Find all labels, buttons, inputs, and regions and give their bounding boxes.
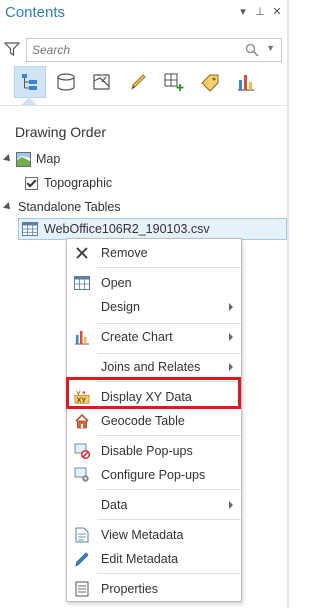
search-box[interactable]: ▼ xyxy=(26,38,282,62)
topographic-layer-row[interactable]: Topographic xyxy=(25,173,112,193)
list-by-charts-icon xyxy=(238,75,254,91)
submenu-arrow-icon xyxy=(229,363,233,371)
properties-icon xyxy=(74,581,90,597)
list-by-editing-button[interactable] xyxy=(122,66,154,98)
search-input[interactable] xyxy=(27,39,237,61)
menu-item-properties-label: Properties xyxy=(101,582,158,596)
pane-options-icon[interactable]: ▾ xyxy=(236,5,250,19)
submenu-arrow-icon xyxy=(229,303,233,311)
menu-item-design[interactable]: Design xyxy=(67,295,241,319)
menu-item-open[interactable]: Open xyxy=(67,271,241,295)
list-by-labeling-icon xyxy=(201,74,219,92)
search-icon[interactable] xyxy=(245,43,259,57)
list-by-data-source-icon xyxy=(57,73,75,91)
menu-item-create-chart[interactable]: Create Chart xyxy=(67,325,241,349)
submenu-arrow-icon xyxy=(229,501,233,509)
menu-separator xyxy=(97,353,241,354)
list-by-drawing-order-button[interactable] xyxy=(14,66,46,98)
drawing-order-heading: Drawing Order xyxy=(15,124,107,140)
menu-item-view-metadata[interactable]: View Metadata xyxy=(67,523,241,547)
menu-item-remove-label: Remove xyxy=(101,246,148,260)
menu-separator xyxy=(97,435,241,436)
configure-popups-icon xyxy=(74,467,90,483)
list-by-selection-button[interactable] xyxy=(86,66,118,98)
open-table-icon xyxy=(74,275,90,291)
menu-item-remove[interactable]: Remove xyxy=(67,241,241,265)
topographic-label: Topographic xyxy=(44,176,113,190)
standalone-tables-label: Standalone Tables xyxy=(18,200,121,214)
edit-metadata-icon xyxy=(74,551,90,567)
menu-item-joins-and-relates[interactable]: Joins and Relates xyxy=(67,355,241,379)
filter-icon[interactable] xyxy=(4,41,20,57)
table-row-selected[interactable]: WebOffice106R2_190103.csv xyxy=(18,218,287,240)
toolbar-divider xyxy=(0,105,289,106)
search-options-icon[interactable]: ▼ xyxy=(266,43,275,53)
collapse-standalone-icon[interactable] xyxy=(3,202,13,212)
menu-item-design-label: Design xyxy=(101,300,140,314)
menu-item-properties[interactable]: Properties xyxy=(67,577,241,601)
menu-item-create-chart-label: Create Chart xyxy=(101,330,173,344)
menu-item-edit-metadata-label: Edit Metadata xyxy=(101,552,179,566)
list-by-data-source-button[interactable] xyxy=(50,66,82,98)
table-icon xyxy=(22,222,38,236)
list-by-snapping-icon xyxy=(164,73,184,91)
list-by-editing-icon xyxy=(131,74,146,90)
menu-item-open-label: Open xyxy=(101,276,132,290)
list-by-drawing-order-icon xyxy=(22,74,37,90)
list-by-selection-icon xyxy=(93,74,110,90)
view-metadata-icon xyxy=(74,527,90,543)
menu-separator xyxy=(97,489,241,490)
check-icon xyxy=(26,177,37,187)
menu-item-configure-popups[interactable]: Configure Pop-ups xyxy=(67,463,241,487)
list-by-snapping-button[interactable] xyxy=(158,66,190,98)
pin-icon[interactable]: ⊥ xyxy=(253,5,267,19)
geocode-table-icon xyxy=(74,413,90,429)
menu-item-disable-popups-label: Disable Pop-ups xyxy=(101,444,193,458)
menu-item-disable-popups[interactable]: Disable Pop-ups xyxy=(67,439,241,463)
menu-item-geocode-table[interactable]: Geocode Table xyxy=(67,409,241,433)
menu-item-view-metadata-label: View Metadata xyxy=(101,528,184,542)
active-view-indicator xyxy=(21,97,37,105)
close-icon[interactable]: ✕ xyxy=(270,5,284,19)
menu-item-edit-metadata[interactable]: Edit Metadata xyxy=(67,547,241,571)
menu-item-geocode-label: Geocode Table xyxy=(101,414,185,428)
contents-toolbar xyxy=(12,66,272,98)
menu-separator xyxy=(97,519,241,520)
menu-item-joins-label: Joins and Relates xyxy=(101,360,201,374)
map-icon xyxy=(16,151,31,167)
topographic-visibility-checkbox[interactable] xyxy=(25,176,38,190)
list-by-charts-button[interactable] xyxy=(230,66,262,98)
remove-icon xyxy=(74,245,90,261)
chart-icon xyxy=(74,329,90,345)
menu-item-data-label: Data xyxy=(101,498,128,512)
map-label: Map xyxy=(36,152,61,166)
submenu-arrow-icon xyxy=(229,333,233,341)
collapse-map-icon[interactable] xyxy=(3,154,13,164)
menu-separator xyxy=(97,323,241,324)
table-label: WebOffice106R2_190103.csv xyxy=(44,222,210,236)
context-menu: Remove Open Design Create Chart Joins an… xyxy=(66,238,242,602)
pane-edge xyxy=(287,0,289,608)
menu-separator xyxy=(97,573,241,574)
menu-separator xyxy=(97,267,241,268)
map-row[interactable]: Map xyxy=(3,149,61,169)
list-by-labeling-button[interactable] xyxy=(194,66,226,98)
display-xy-data-highlight xyxy=(66,377,241,409)
disable-popups-icon xyxy=(74,443,90,459)
pane-title: Contents xyxy=(5,4,66,21)
menu-item-configure-popups-label: Configure Pop-ups xyxy=(101,468,206,482)
standalone-tables-row[interactable]: Standalone Tables xyxy=(3,197,121,217)
menu-item-data[interactable]: Data xyxy=(67,493,241,517)
